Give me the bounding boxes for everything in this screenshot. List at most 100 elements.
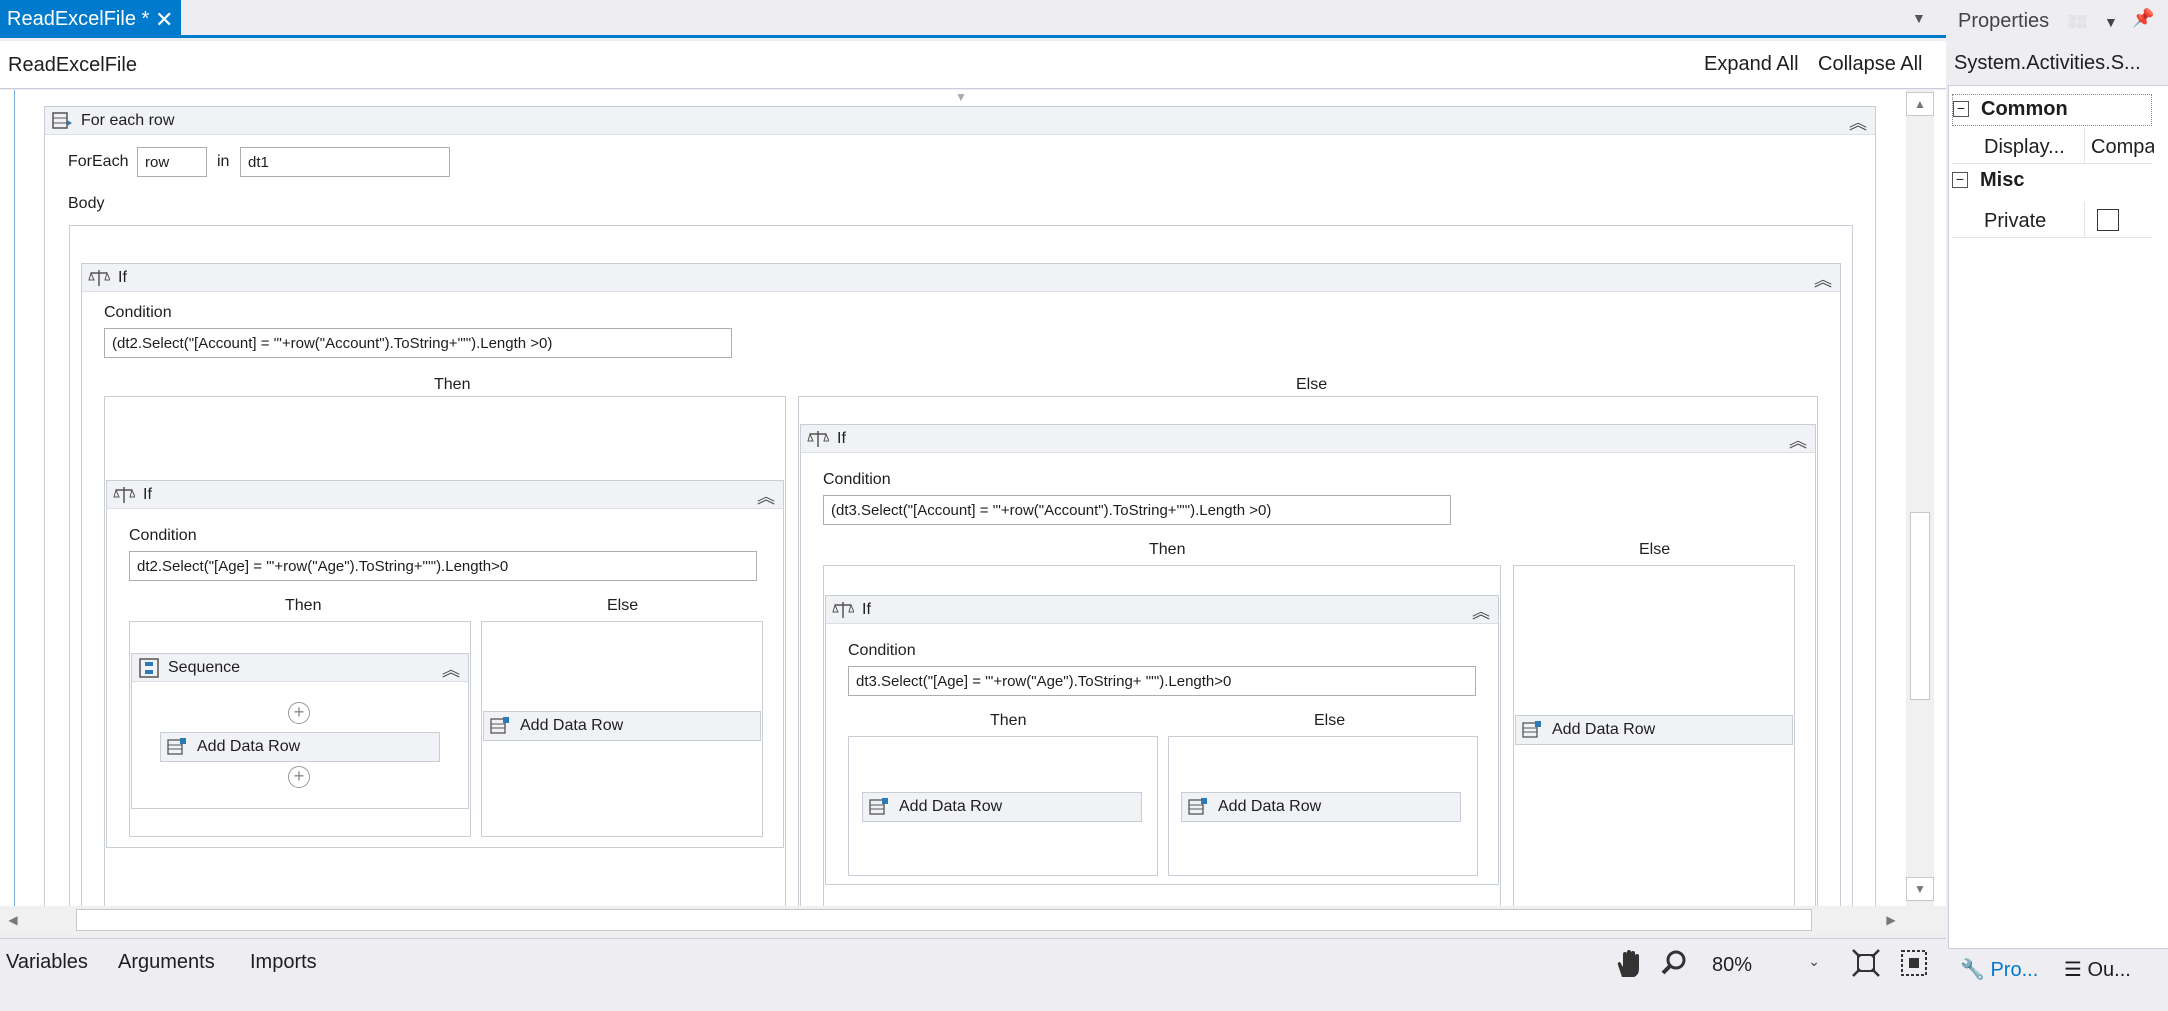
condition-input[interactable]: (dt3.Select("[Account] = '"+row("Account… xyxy=(823,495,1451,525)
document-tab[interactable]: ReadExcelFile * ✕ xyxy=(0,0,181,38)
if-header[interactable]: If ︽ xyxy=(82,264,1840,292)
if-title: If xyxy=(143,486,152,503)
dropdown-icon[interactable]: ▼ xyxy=(1912,10,1926,26)
fit-screen-icon[interactable] xyxy=(1852,949,1880,977)
condition-input[interactable]: (dt2.Select("[Account] = '"+row("Account… xyxy=(104,328,732,358)
collapse-chevron-icon[interactable]: ︽ xyxy=(1849,109,1867,135)
scroll-right-icon[interactable]: ▶ xyxy=(1880,908,1902,932)
canvas-margin-line xyxy=(14,90,15,906)
if-title: If xyxy=(118,269,127,286)
add-data-row-activity[interactable]: Add Data Row xyxy=(483,711,761,741)
overview-icon[interactable] xyxy=(1900,949,1928,977)
imports-tab[interactable]: Imports xyxy=(250,951,317,974)
foreach-icon xyxy=(52,112,72,129)
category-common[interactable]: − Common xyxy=(1952,94,2152,126)
if-activity-inner[interactable]: If ︽ Condition dt3.Select("[Age] = '"+ro… xyxy=(825,595,1499,885)
outline-icon: ☰ xyxy=(2064,959,2082,981)
add-activity-plus-icon[interactable]: + xyxy=(288,702,310,724)
private-checkbox[interactable] xyxy=(2097,209,2119,231)
property-row-private[interactable]: Private xyxy=(1952,202,2152,238)
category-misc[interactable]: − Misc xyxy=(1952,166,2152,198)
collapse-chevron-icon[interactable]: ︽ xyxy=(1814,266,1832,292)
category-label: Misc xyxy=(1980,169,2025,191)
else-label: Else xyxy=(1314,712,1346,729)
foreach-activity[interactable]: For each row ︽ ForEach row in dt1 Body I… xyxy=(44,106,1876,906)
if-header[interactable]: If ︽ xyxy=(107,481,783,509)
then-label: Then xyxy=(1149,541,1186,558)
pin-icon[interactable]: 📌 xyxy=(2132,8,2154,29)
if-icon xyxy=(88,270,110,286)
sequence-header[interactable]: Sequence ︽ xyxy=(132,654,468,682)
add-data-row-label: Add Data Row xyxy=(1218,798,1322,815)
collapse-all-button[interactable]: Collapse All xyxy=(1818,53,1923,76)
collapse-chevron-icon[interactable]: ︽ xyxy=(757,483,775,509)
add-data-row-icon xyxy=(167,738,186,755)
property-name: Display... xyxy=(1984,136,2065,158)
dropdown-icon[interactable]: ▼ xyxy=(2104,14,2118,30)
private-checkbox-cell xyxy=(2084,202,2154,238)
add-data-row-activity[interactable]: Add Data Row xyxy=(1181,792,1461,822)
condition-input[interactable]: dt3.Select("[Age] = '"+row("Age").ToStri… xyxy=(848,666,1476,696)
expand-all-button[interactable]: Expand All xyxy=(1704,53,1799,76)
property-row-display-name[interactable]: Display... Compa xyxy=(1952,128,2154,164)
activity-type: System.Activities.S... xyxy=(1954,52,2141,74)
if-icon xyxy=(832,602,854,618)
collapse-icon[interactable]: − xyxy=(1953,101,1969,117)
foreach-collection-input[interactable]: dt1 xyxy=(240,147,450,177)
sequence-activity[interactable]: Sequence ︽ + Add Data Row + xyxy=(131,653,469,809)
workflow-canvas[interactable]: ▼ For each row ︽ ForEach row in dt1 Body… xyxy=(0,90,1946,906)
collapse-chevron-icon[interactable]: ︽ xyxy=(1472,598,1490,624)
if-activity-then[interactable]: If ︽ Condition dt2.Select("[Age] = '"+ro… xyxy=(106,480,784,848)
breadcrumb[interactable]: ReadExcelFile xyxy=(8,54,137,77)
else-label: Else xyxy=(1296,376,1328,393)
scroll-left-icon[interactable]: ◀ xyxy=(2,908,24,932)
add-data-row-icon xyxy=(1522,721,1541,738)
condition-input[interactable]: dt2.Select("[Age] = '"+row("Age").ToStri… xyxy=(129,551,757,581)
grip-icon: ░░ xyxy=(2068,14,2088,28)
scroll-down-icon[interactable]: ▼ xyxy=(1906,877,1934,901)
collapse-chevron-icon[interactable]: ︽ xyxy=(442,656,460,682)
collapse-icon[interactable]: − xyxy=(1952,172,1968,188)
if-header[interactable]: If ︽ xyxy=(826,596,1498,624)
collapse-chevron-icon[interactable]: ︽ xyxy=(1789,427,1807,453)
then-label: Then xyxy=(990,712,1027,729)
close-icon[interactable]: ✕ xyxy=(155,7,173,33)
add-data-row-label: Add Data Row xyxy=(520,717,624,734)
designer-bottom-bar: Variables Arguments Imports 80% ⌄ xyxy=(0,938,1946,990)
zoom-select[interactable]: 80% ⌄ xyxy=(1706,947,1836,981)
add-activity-plus-icon[interactable]: + xyxy=(288,766,310,788)
vertical-scroll-thumb[interactable] xyxy=(1910,512,1930,700)
scroll-up-icon[interactable]: ▲ xyxy=(1906,92,1934,116)
variables-tab[interactable]: Variables xyxy=(6,951,88,974)
document-tab-title: ReadExcelFile * xyxy=(7,8,150,30)
designer-breadcrumb-bar: ReadExcelFile Expand All Collapse All xyxy=(0,41,1946,89)
tab-outline-label: Ou... xyxy=(2087,959,2131,981)
display-name-field[interactable]: Compa xyxy=(2084,128,2154,164)
sequence-icon xyxy=(139,658,159,678)
sequence-title: Sequence xyxy=(168,659,241,676)
drop-arrow-icon: ▼ xyxy=(955,90,967,104)
zoom-icon[interactable] xyxy=(1660,949,1688,977)
arguments-tab[interactable]: Arguments xyxy=(118,951,215,974)
add-data-row-activity[interactable]: Add Data Row xyxy=(862,792,1142,822)
add-data-row-icon xyxy=(490,717,509,734)
if-title: If xyxy=(837,430,846,447)
properties-title: Properties xyxy=(1958,10,2050,32)
if-header[interactable]: If ︽ xyxy=(801,425,1815,453)
tab-outline[interactable]: ☰ Ou... xyxy=(2064,957,2131,982)
hand-icon[interactable] xyxy=(1614,949,1642,979)
then-label: Then xyxy=(285,597,322,614)
properties-type-bar: System.Activities.S... xyxy=(1948,42,2168,86)
tab-properties-label: Pro... xyxy=(1990,959,2039,981)
if-activity-else[interactable]: If ︽ Condition (dt3.Select("[Account] = … xyxy=(800,424,1816,906)
vertical-scrollbar[interactable] xyxy=(1906,90,1934,906)
tab-properties[interactable]: 🔧 Pro... xyxy=(1960,957,2038,982)
zoom-value: 80% xyxy=(1712,954,1753,976)
horizontal-scroll-thumb[interactable] xyxy=(76,909,1812,931)
property-name: Private xyxy=(1984,210,2047,232)
if-activity-outer[interactable]: If ︽ Condition (dt2.Select("[Account] = … xyxy=(81,263,1841,906)
foreach-item-input[interactable]: row xyxy=(137,147,207,177)
add-data-row-activity[interactable]: Add Data Row xyxy=(160,732,440,762)
foreach-header[interactable]: For each row ︽ xyxy=(45,107,1875,135)
add-data-row-activity[interactable]: Add Data Row xyxy=(1515,715,1793,745)
